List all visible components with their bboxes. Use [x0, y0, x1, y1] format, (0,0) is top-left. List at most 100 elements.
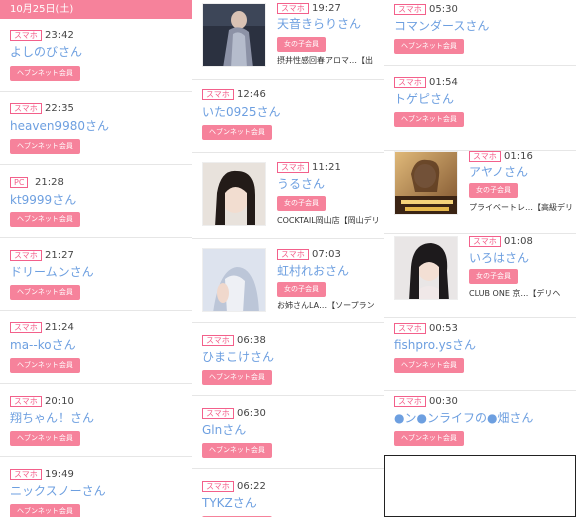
user-name-link[interactable]: コマンダースさん — [394, 19, 489, 34]
device-badge: スマホ — [394, 396, 426, 407]
list-item[interactable]: スマホ 05:30 コマンダースさん ヘブンネット会員 — [384, 0, 576, 66]
member-type-button[interactable]: ヘブンネット会員 — [10, 431, 80, 446]
device-badge: スマホ — [10, 469, 42, 480]
timestamp: 19:49 — [45, 469, 74, 480]
list-item[interactable]: スマホ 01:08 いろはさん 女の子会員 CLUB ONE 京…【デリヘ — [384, 234, 576, 318]
list-item[interactable]: スマホ 22:35 heaven9980さん ヘブンネット会員 — [0, 92, 192, 165]
user-name-link[interactable]: ドリームンさん — [10, 265, 94, 280]
profile-photo[interactable] — [202, 162, 266, 226]
list-item[interactable]: スマホ 20:10 翔ちゃん！さん ヘブンネット会員 — [0, 384, 192, 457]
timestamp: 01:08 — [504, 236, 533, 247]
device-badge: スマホ — [202, 408, 234, 419]
list-item[interactable]: スマホ 06:30 Glnさん ヘブンネット会員 — [192, 396, 384, 469]
shop-name[interactable]: お姉さんLA…【ソープラン — [277, 301, 375, 311]
shop-name[interactable]: COCKTAIL岡山店【岡山デリ — [277, 216, 380, 226]
list-item[interactable]: スマホ 21:24 ma--koさん ヘブンネット会員 — [0, 311, 192, 384]
timestamp: 05:30 — [429, 4, 458, 15]
list-item[interactable]: スマホ 06:38 ひまこけさん ヘブンネット会員 — [192, 323, 384, 396]
member-type-button[interactable]: ヘブンネット会員 — [10, 212, 80, 227]
profile-photo[interactable] — [202, 248, 266, 312]
list-item[interactable]: スマホ 00:53 fishpro.ysさん ヘブンネット会員 — [384, 318, 576, 391]
list-item[interactable]: スマホ 01:54 トゲピさん ヘブンネット会員 — [384, 66, 576, 151]
timestamp: 00:53 — [429, 323, 458, 334]
device-badge: スマホ — [10, 30, 42, 41]
column-1: 10月25日(土) スマホ 23:42 よしのびさん ヘブンネット会員 スマホ … — [0, 0, 192, 517]
timestamp: 11:21 — [312, 162, 341, 173]
member-type-button[interactable]: ヘブンネット会員 — [10, 285, 80, 300]
timestamp: 22:35 — [45, 103, 74, 114]
timestamp: 07:03 — [312, 249, 341, 260]
member-type-button[interactable]: ヘブンネット会員 — [394, 431, 464, 446]
user-name-link[interactable]: 翔ちゃん！さん — [10, 411, 94, 426]
user-name-link[interactable]: Glnさん — [202, 423, 246, 438]
user-name-link[interactable]: ひまこけさん — [202, 350, 274, 365]
user-name-link[interactable]: いた0925さん — [202, 105, 281, 120]
list-item[interactable]: スマホ 21:27 ドリームンさん ヘブンネット会員 — [0, 238, 192, 311]
shop-name[interactable]: 摂井性感回春アロマ…【出 — [277, 56, 373, 66]
device-badge: スマホ — [394, 77, 426, 88]
member-type-button[interactable]: ヘブンネット会員 — [394, 112, 464, 127]
list-item[interactable]: スマホ 19:49 ニックスノーさん ヘブンネット会員 — [0, 457, 192, 517]
list-item[interactable]: スマホ 23:42 よしのびさん ヘブンネット会員 — [0, 19, 192, 92]
device-badge: スマホ — [469, 151, 501, 162]
list-item[interactable]: スマホ 11:21 うるさん 女の子会員 COCKTAIL岡山店【岡山デリ — [192, 153, 384, 239]
user-name-link[interactable]: いろはさん — [469, 251, 529, 266]
column-2: スマホ 19:27 天音きらりさん 女の子会員 摂井性感回春アロマ…【出 スマホ… — [192, 0, 384, 517]
member-type-button[interactable]: ヘブンネット会員 — [10, 358, 80, 373]
member-type-button[interactable]: 女の子会員 — [277, 37, 326, 52]
user-name-link[interactable]: ●ン●ンライフの●畑さん — [394, 411, 533, 426]
profile-photo[interactable] — [394, 236, 458, 300]
member-type-button[interactable]: ヘブンネット会員 — [202, 370, 272, 385]
user-name-link[interactable]: アヤノさん — [469, 165, 528, 180]
user-name-link[interactable]: トゲピさん — [394, 92, 454, 107]
shop-name[interactable]: プライベートレ…【高級デリ — [469, 203, 573, 213]
device-badge: スマホ — [10, 396, 42, 407]
member-type-button[interactable]: 女の子会員 — [469, 183, 518, 198]
user-name-link[interactable]: fishpro.ysさん — [394, 338, 476, 353]
list-item[interactable]: スマホ 07:03 虹村れおさん 女の子会員 お姉さんLA…【ソープラン — [192, 239, 384, 323]
device-badge: スマホ — [10, 250, 42, 261]
member-type-button[interactable]: ヘブンネット会員 — [10, 66, 80, 81]
profile-photo[interactable] — [202, 3, 266, 67]
member-type-button[interactable]: ヘブンネット会員 — [202, 443, 272, 458]
user-name-link[interactable]: kt9999さん — [10, 193, 76, 208]
user-name-link[interactable]: 虹村れおさん — [277, 264, 349, 279]
overlay-panel[interactable] — [384, 455, 576, 517]
timestamp: 20:10 — [45, 396, 74, 407]
user-name-link[interactable]: heaven9980さん — [10, 119, 109, 134]
list-item[interactable]: スマホ 12:46 いた0925さん ヘブンネット会員 — [192, 80, 384, 153]
timestamp: 06:38 — [237, 335, 266, 346]
user-name-link[interactable]: うるさん — [277, 177, 325, 192]
user-name-link[interactable]: ma--koさん — [10, 338, 76, 353]
device-badge: スマホ — [277, 162, 309, 173]
member-type-button[interactable]: ヘブンネット会員 — [10, 504, 80, 517]
shop-name[interactable]: CLUB ONE 京…【デリヘ — [469, 289, 560, 299]
timestamp: 21:27 — [45, 250, 74, 261]
list-item[interactable]: PC 21:28 kt9999さん ヘブンネット会員 — [0, 165, 192, 238]
member-type-button[interactable]: ヘブンネット会員 — [202, 125, 272, 140]
device-badge: スマホ — [394, 4, 426, 15]
list-item[interactable]: スマホ 01:16 アヤノさん 女の子会員 プライベートレ…【高級デリ — [384, 151, 576, 234]
user-name-link[interactable]: よしのびさん — [10, 45, 82, 60]
timestamp: 06:30 — [237, 408, 266, 419]
list-item[interactable]: スマホ 06:22 TYKZさん ヘブンネット会員 — [192, 469, 384, 517]
device-badge: スマホ — [277, 249, 309, 260]
member-type-button[interactable]: 女の子会員 — [277, 282, 326, 297]
member-type-button[interactable]: ヘブンネット会員 — [394, 39, 464, 54]
user-name-link[interactable]: 天音きらりさん — [277, 17, 361, 32]
user-name-link[interactable]: ニックスノーさん — [10, 484, 106, 499]
timestamp: 21:28 — [35, 177, 64, 188]
member-type-button[interactable]: ヘブンネット会員 — [10, 139, 80, 154]
device-badge: スマホ — [10, 103, 42, 114]
member-type-button[interactable]: 女の子会員 — [277, 196, 326, 211]
device-badge: スマホ — [202, 481, 234, 492]
device-badge: スマホ — [469, 236, 501, 247]
member-type-button[interactable]: ヘブンネット会員 — [394, 358, 464, 373]
profile-photo[interactable] — [394, 151, 458, 215]
list-item[interactable]: スマホ 19:27 天音きらりさん 女の子会員 摂井性感回春アロマ…【出 — [192, 0, 384, 80]
date-header: 10月25日(土) — [0, 0, 192, 19]
device-badge: スマホ — [202, 335, 234, 346]
member-type-button[interactable]: 女の子会員 — [469, 269, 518, 284]
user-name-link[interactable]: TYKZさん — [202, 496, 257, 511]
list-item[interactable]: スマホ 00:30 ●ン●ンライフの●畑さん ヘブンネット会員 — [384, 391, 576, 464]
